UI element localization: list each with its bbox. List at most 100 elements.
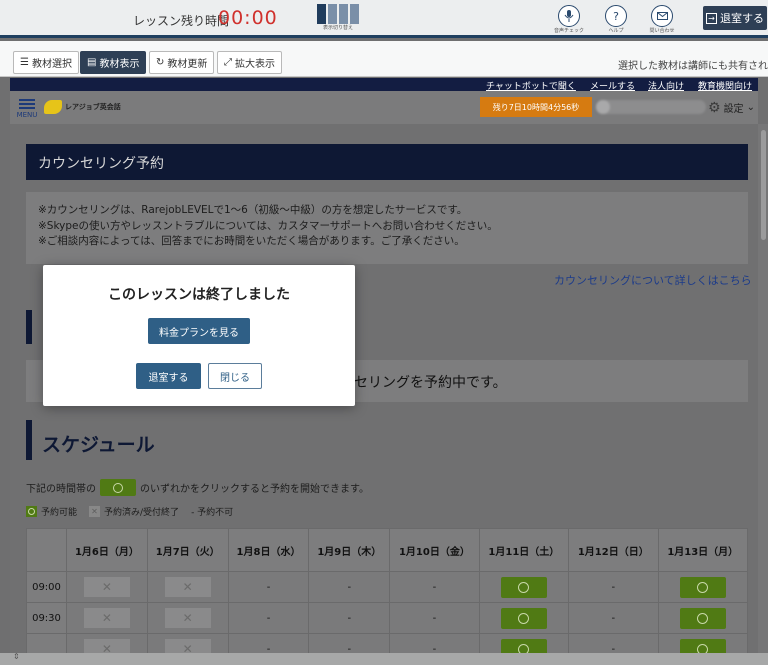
slot-cell: ✕ xyxy=(66,602,148,634)
unavailable-slot: - xyxy=(227,571,310,603)
slot-cell[interactable] xyxy=(478,571,570,603)
booked-slot: ✕ xyxy=(164,608,211,628)
dialog-exit-button[interactable]: 退室する xyxy=(136,363,201,389)
day-header: 1月13日（月） xyxy=(657,528,748,572)
day-header: 1月8日（水） xyxy=(227,528,310,572)
material-refresh-button[interactable]: ↻ 教材更新 xyxy=(149,51,215,74)
exit-icon: → xyxy=(706,12,717,24)
layout-switch-button[interactable]: 表示切り替え xyxy=(314,4,362,31)
unavailable-slot: - xyxy=(568,602,659,634)
circle-icon xyxy=(697,612,709,624)
available-slot-button[interactable] xyxy=(500,576,547,598)
hint-text-after: のいずれかをクリックすると予約を開始できます。 xyxy=(140,484,369,495)
counseling-details-link[interactable]: カウンセリングについて詳しくはこちら xyxy=(554,272,752,288)
material-select-button[interactable]: ☰ 教材選択 xyxy=(13,51,79,74)
countdown-badge[interactable]: 残り7日10時間4分56秒 xyxy=(480,97,592,117)
microphone-icon xyxy=(558,5,580,27)
expand-display-button[interactable]: ⤢ 拡大表示 xyxy=(217,51,282,74)
hint-text-before: 下記の時間帯の xyxy=(26,484,96,495)
time-cell: 09:30 xyxy=(26,602,67,634)
circle-icon xyxy=(518,612,530,624)
unavailable-slot: - xyxy=(389,571,480,603)
schedule-table: 1月6日（月） 1月7日（火） 1月8日（水） 1月9日（木） 1月10日（金）… xyxy=(26,528,748,665)
help-icon: ? xyxy=(605,5,627,27)
exit-room-button[interactable]: → 退室する xyxy=(703,6,767,30)
material-display-label: 教材表示 xyxy=(99,59,140,70)
resize-handle-icon[interactable]: ⇕ xyxy=(13,652,20,661)
unavailable-slot: - xyxy=(568,571,659,603)
lesson-top-bar: レッスン残り時間 00:00 表示切り替え 音声チェック ? ヘルプ 問い合わせ… xyxy=(0,0,768,38)
table-row: 09:00 ✕ ✕ - - - - xyxy=(26,571,748,603)
notice-box: ※カウンセリングは、RarejobLEVELで1〜6（初級〜中級）の方を想定した… xyxy=(26,192,748,264)
day-header: 1月7日（火） xyxy=(146,528,229,572)
day-header: 1月6日（月） xyxy=(66,528,148,572)
user-info-blurred xyxy=(596,100,706,114)
schedule-body: 09:00 ✕ ✕ - - - -09:30 ✕ ✕ - - - - ✕ ✕ - - - - xyxy=(26,571,748,665)
available-slot-button[interactable] xyxy=(679,576,726,598)
remaining-time-label: レッスン残り時間 xyxy=(133,14,230,28)
day-header: 1月12日（日） xyxy=(568,528,659,572)
view-plans-button[interactable]: 料金プランを見る xyxy=(148,318,250,344)
site-nav-strip: チャットボットで聞く メールする 法人向け 教育機関向け xyxy=(10,78,758,92)
settings-menu[interactable]: ⚙ 設定 ⌄ xyxy=(708,99,755,116)
slot-cell[interactable] xyxy=(657,571,748,603)
schedule-title: スケジュール xyxy=(42,434,155,456)
help-label: ヘルプ xyxy=(608,28,624,34)
section-heading-marker xyxy=(26,310,32,344)
schedule-hint: 下記の時間帯の のいずれかをクリックすると予約を開始できます。 xyxy=(26,479,369,496)
scrollbar-thumb[interactable] xyxy=(761,130,766,240)
remaining-time-value: 00:00 xyxy=(218,7,278,29)
booked-slot: ✕ xyxy=(164,577,211,597)
circle-icon xyxy=(697,581,709,593)
available-slot-sample xyxy=(100,479,136,496)
refresh-icon: ↻ xyxy=(156,57,165,68)
logo-text: レアジョブ英会話 xyxy=(65,103,121,111)
slot-cell[interactable] xyxy=(478,602,570,634)
material-refresh-label: 教材更新 xyxy=(167,59,208,70)
notice-line: ※ご相談内容によっては、回答までにお時間をいただく場合があります。ご了承ください… xyxy=(38,235,465,247)
expand-display-label: 拡大表示 xyxy=(235,59,275,70)
expand-icon: ⤢ xyxy=(224,57,232,68)
booked-slot: ✕ xyxy=(83,608,130,628)
available-slot-button[interactable] xyxy=(500,607,547,629)
legend-booked: 予約済み/受付終了 xyxy=(104,508,180,518)
material-display-button[interactable]: ▤ 教材表示 xyxy=(80,51,147,74)
notice-line: ※カウンセリングは、RarejobLEVELで1〜6（初級〜中級）の方を想定した… xyxy=(38,204,468,216)
material-toolbar: ☰ 教材選択 ▤ 教材表示 ↻ 教材更新 ⤢ 拡大表示 選択した教材は講師にも共… xyxy=(0,41,768,77)
day-header: 1月9日（木） xyxy=(308,528,391,572)
contact-label: 問い合わせ xyxy=(649,28,675,34)
settings-label: 設定 xyxy=(723,104,744,115)
time-cell: 09:00 xyxy=(26,571,67,603)
audio-check-button[interactable]: 音声チェック xyxy=(551,5,587,34)
table-row: 09:30 ✕ ✕ - - - - xyxy=(26,602,748,634)
slot-cell: ✕ xyxy=(146,602,229,634)
menu-label: MENU xyxy=(16,111,38,119)
slot-cell[interactable] xyxy=(657,602,748,634)
audio-check-label: 音声チェック xyxy=(553,28,584,34)
lesson-ended-dialog: このレッスンは終了しました 料金プランを見る 退室する 閉じる xyxy=(43,265,355,406)
available-legend-icon xyxy=(26,506,37,517)
available-slot-button[interactable] xyxy=(679,607,726,629)
list-icon: ☰ xyxy=(20,57,29,68)
share-note: 選択した教材は講師にも共有されま xyxy=(618,61,768,72)
dialog-title: このレッスンは終了しました xyxy=(108,287,290,303)
page-title: カウンセリング予約 xyxy=(26,144,748,180)
hamburger-icon xyxy=(14,99,40,109)
day-header: 1月10日（金） xyxy=(389,528,480,572)
site-logo[interactable]: レアジョブ英会話 xyxy=(44,100,121,114)
slot-cell: ✕ xyxy=(146,571,229,603)
schedule-header-row: 1月6日（月） 1月7日（火） 1月8日（水） 1月9日（木） 1月10日（金）… xyxy=(26,528,748,572)
time-column-header xyxy=(26,528,67,572)
day-header: 1月11日（土） xyxy=(478,528,570,572)
menu-button[interactable]: MENU xyxy=(14,97,40,119)
booked-legend-icon: ✕ xyxy=(89,506,101,517)
site-header: MENU レアジョブ英会話 残り7日10時間4分56秒 ⚙ 設定 ⌄ xyxy=(10,91,758,124)
dialog-close-button[interactable]: 閉じる xyxy=(208,363,262,389)
contact-button[interactable]: 問い合わせ xyxy=(644,5,680,34)
unavailable-slot: - xyxy=(308,602,391,634)
unavailable-slot: - xyxy=(308,571,391,603)
mail-icon xyxy=(651,5,673,27)
gear-icon: ⚙ xyxy=(708,99,721,116)
help-button[interactable]: ? ヘルプ xyxy=(598,5,634,34)
circle-icon xyxy=(518,581,530,593)
